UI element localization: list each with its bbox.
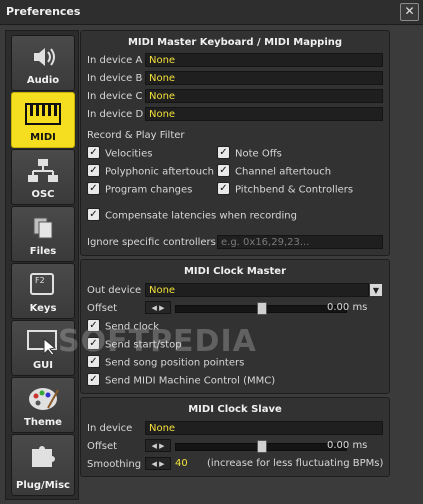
puzzle-icon <box>12 443 74 469</box>
device-d-label: In device D <box>87 109 144 120</box>
smoothing-label: Smoothing <box>87 459 142 470</box>
offset-spinner[interactable]: ◀ ▶ <box>145 301 171 314</box>
panel-title: MIDI Clock Slave <box>188 404 282 415</box>
polyphonic-aftertouch-checkbox[interactable]: ✓ Polyphonic aftertouch <box>87 164 214 179</box>
device-c-field[interactable]: None <box>145 89 383 103</box>
sidebar-item-keys[interactable]: F2 Keys <box>11 263 75 319</box>
window-title: Preferences <box>6 5 81 18</box>
ignore-controllers-label: Ignore specific controllers <box>87 237 216 248</box>
checkbox-label: Send MIDI Machine Control (MMC) <box>105 375 276 387</box>
smoothing-hint: (increase for less fluctuating BPMs) <box>207 458 384 469</box>
midi-mapping-panel: MIDI Master Keyboard / MIDI Mapping In d… <box>80 30 390 256</box>
sidebar: Audio MIDI OSC Files F2 Keys GUI Theme P… <box>5 30 79 500</box>
device-a-label: In device A <box>87 55 143 66</box>
in-device-field[interactable]: None <box>145 421 383 435</box>
offset-slider[interactable] <box>175 440 347 453</box>
offset-value: 0.00 ms <box>327 440 368 451</box>
device-b-field[interactable]: None <box>145 71 383 85</box>
channel-aftertouch-checkbox[interactable]: ✓ Channel aftertouch <box>217 164 332 179</box>
checkbox-label: Compensate latencies when recording <box>105 210 297 222</box>
check-icon: ✓ <box>217 164 230 177</box>
midi-clock-slave-panel: MIDI Clock Slave In device None Offset ◀… <box>80 397 390 477</box>
watermark: SOFTPEDIA <box>58 324 257 359</box>
device-c-label: In device C <box>87 91 143 102</box>
close-button[interactable]: ✕ <box>400 3 419 21</box>
out-device-label: Out device <box>87 285 142 296</box>
device-a-field[interactable]: None <box>145 53 383 67</box>
sidebar-item-files[interactable]: Files <box>11 206 75 262</box>
checkbox-label: Polyphonic aftertouch <box>105 166 214 178</box>
slider-handle[interactable] <box>257 440 267 453</box>
offset-label: Offset <box>87 441 118 452</box>
ignore-controllers-input[interactable]: e.g. 0x16,29,23... <box>217 235 383 249</box>
send-mmc-checkbox[interactable]: ✓ Send MIDI Machine Control (MMC) <box>87 373 276 388</box>
check-icon: ✓ <box>87 146 100 159</box>
checkbox-label: Velocities <box>105 148 153 160</box>
checkbox-label: Note Offs <box>235 148 282 160</box>
velocities-checkbox[interactable]: ✓ Velocities <box>87 146 153 161</box>
sidebar-item-label: OSC <box>31 189 55 200</box>
files-icon <box>12 215 74 241</box>
sidebar-item-midi[interactable]: MIDI <box>11 92 75 148</box>
sidebar-item-osc[interactable]: OSC <box>11 149 75 205</box>
piano-keys-icon <box>12 101 74 127</box>
device-b-label: In device B <box>87 73 143 84</box>
check-icon: ✓ <box>87 373 100 386</box>
checkbox-label: Pitchbend & Controllers <box>235 184 354 196</box>
check-icon: ✓ <box>87 208 100 221</box>
device-d-field[interactable]: None <box>145 107 383 121</box>
checkbox-label: Channel aftertouch <box>235 166 332 178</box>
speaker-icon <box>12 44 74 70</box>
sidebar-item-label: GUI <box>32 360 54 371</box>
panel-title: MIDI Master Keyboard / MIDI Mapping <box>127 37 343 48</box>
program-changes-checkbox[interactable]: ✓ Program changes <box>87 182 193 197</box>
checkbox-label: Program changes <box>105 184 193 196</box>
sidebar-item-label: Plug/Misc <box>16 480 70 491</box>
palette-icon <box>12 386 74 412</box>
sidebar-item-plugmisc[interactable]: Plug/Misc <box>11 434 75 496</box>
out-device-select[interactable]: None <box>145 283 369 297</box>
smoothing-spinner[interactable]: ◀ ▶ <box>145 457 171 470</box>
filter-section-title: Record & Play Filter <box>87 130 185 141</box>
in-device-label: In device <box>87 423 133 434</box>
sidebar-item-label: MIDI <box>30 132 56 143</box>
close-icon: ✕ <box>404 4 415 18</box>
note-offs-checkbox[interactable]: ✓ Note Offs <box>217 146 282 161</box>
title-bar: Preferences ✕ <box>0 0 423 25</box>
sidebar-item-label: Keys <box>29 303 57 314</box>
check-icon: ✓ <box>217 146 230 159</box>
offset-spinner[interactable]: ◀ ▶ <box>145 439 171 452</box>
chevron-down-icon[interactable]: ▼ <box>369 283 383 297</box>
check-icon: ✓ <box>217 182 230 195</box>
pitchbend-controllers-checkbox[interactable]: ✓ Pitchbend & Controllers <box>217 182 354 197</box>
check-icon: ✓ <box>87 182 100 195</box>
sidebar-item-label: Theme <box>24 417 62 428</box>
slider-handle[interactable] <box>257 302 267 315</box>
sidebar-item-label: Audio <box>26 75 60 86</box>
sidebar-item-theme[interactable]: Theme <box>11 377 75 433</box>
check-icon: ✓ <box>87 164 100 177</box>
checkbox-label: Send song position pointers <box>105 357 245 369</box>
keyboard-key-label: F2 <box>30 273 54 295</box>
compensate-latencies-checkbox[interactable]: ✓ Compensate latencies when recording <box>87 208 297 223</box>
smoothing-value[interactable]: 40 <box>175 458 188 469</box>
offset-label: Offset <box>87 303 118 314</box>
sidebar-item-audio[interactable]: Audio <box>11 35 75 91</box>
keyboard-key-icon: F2 <box>12 272 74 298</box>
sidebar-item-label: Files <box>29 246 57 257</box>
offset-value: 0.00 ms <box>327 302 368 313</box>
network-icon <box>12 158 74 184</box>
offset-slider[interactable] <box>175 302 347 315</box>
panel-title: MIDI Clock Master <box>183 266 287 277</box>
